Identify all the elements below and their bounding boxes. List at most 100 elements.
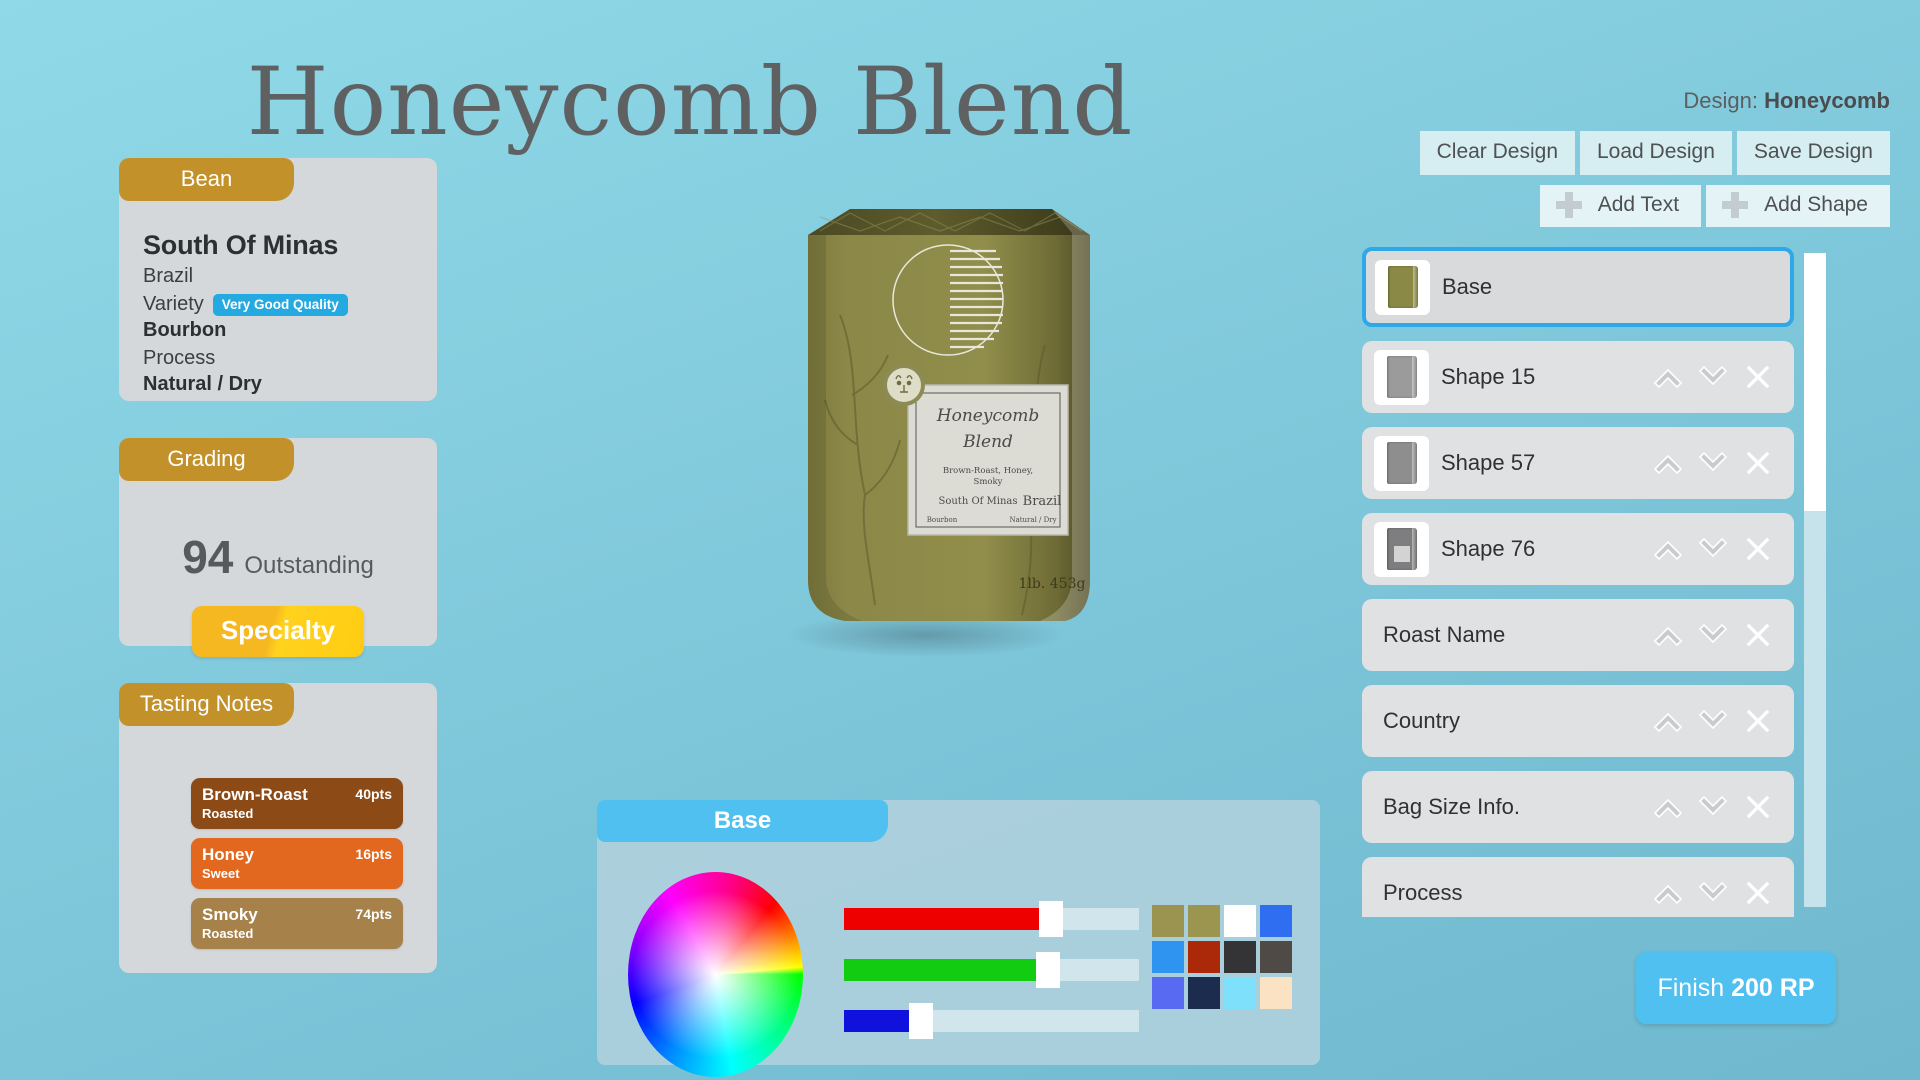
color-swatch[interactable] <box>1260 941 1292 973</box>
slider-green[interactable] <box>844 952 1139 988</box>
layer-item[interactable]: Shape 15 <box>1362 341 1794 413</box>
specialty-badge: Specialty <box>191 606 365 657</box>
color-swatch[interactable] <box>1260 977 1292 1009</box>
bag-notes-line1: Brown-Roast, Honey, <box>943 466 1033 476</box>
color-swatch[interactable] <box>1152 977 1184 1009</box>
finish-button[interactable]: Finish 200 RP <box>1636 952 1836 1024</box>
move-down-icon[interactable] <box>1693 615 1733 655</box>
layer-thumbnail <box>1374 349 1429 405</box>
slider-green-knob[interactable] <box>1035 952 1060 988</box>
color-swatch[interactable] <box>1260 905 1292 937</box>
grading-score: 94 <box>182 531 234 583</box>
design-name: Honeycomb <box>1764 88 1890 113</box>
tasting-notes-panel-tab: Tasting Notes <box>119 683 294 727</box>
plus-icon <box>1722 192 1749 218</box>
layer-name: Base <box>1442 274 1493 299</box>
color-swatch[interactable] <box>1188 905 1220 937</box>
move-up-icon[interactable] <box>1648 787 1688 827</box>
bean-process-label: Process <box>143 347 216 369</box>
layer-name: Process <box>1383 880 1463 905</box>
bean-process-value: Natural / Dry <box>143 373 262 395</box>
slider-red[interactable] <box>844 901 1139 937</box>
add-shape-label: Add Shape <box>1764 193 1868 216</box>
color-wheel[interactable] <box>628 872 803 1077</box>
tasting-note-category: Sweet <box>202 865 240 881</box>
color-swatch-grid[interactable] <box>1152 905 1292 1009</box>
bean-panel-tab: Bean <box>119 158 294 202</box>
coffee-bag-preview[interactable]: Honeycomb Blend Brown-Roast, Honey, Smok… <box>760 195 1180 755</box>
layer-name: Shape 57 <box>1441 450 1536 475</box>
load-design-button[interactable]: Load Design <box>1580 131 1732 175</box>
layer-item[interactable]: Country <box>1362 685 1794 757</box>
tasting-notes-list: Brown-Roast Roasted 40pts Honey Sweet 16pts Sm… <box>191 778 403 958</box>
color-swatch[interactable] <box>1224 977 1256 1009</box>
delete-layer-icon[interactable] <box>1738 701 1778 741</box>
design-label: Design: Honeycomb <box>1683 88 1890 114</box>
finish-cost: 200 RP <box>1731 973 1815 1002</box>
move-up-icon[interactable] <box>1648 701 1688 741</box>
move-down-icon[interactable] <box>1693 873 1733 913</box>
bag-size-text: 1lb. 453g <box>1019 576 1086 592</box>
delete-layer-icon[interactable] <box>1738 357 1778 397</box>
layer-list[interactable]: Base Shape 15 Shape 57 Shape 76 Roast Name Co… <box>1362 247 1794 917</box>
bean-panel: Bean South Of Minas Brazil Variety Very … <box>119 158 437 401</box>
slider-blue-knob[interactable] <box>908 1003 933 1039</box>
tasting-note-points: 16pts <box>355 846 392 863</box>
slider-green-fill <box>844 959 1048 981</box>
layer-item[interactable]: Shape 76 <box>1362 513 1794 585</box>
move-down-icon[interactable] <box>1693 443 1733 483</box>
layer-actions <box>1648 615 1778 655</box>
layer-name: Bag Size Info. <box>1383 794 1520 819</box>
delete-layer-icon[interactable] <box>1738 615 1778 655</box>
save-design-button[interactable]: Save Design <box>1736 131 1890 175</box>
color-swatch[interactable] <box>1224 905 1256 937</box>
move-up-icon[interactable] <box>1648 615 1688 655</box>
move-down-icon[interactable] <box>1693 529 1733 569</box>
grading-panel-tab: Grading <box>119 438 294 482</box>
bean-variety-row: Variety Very Good Quality <box>143 293 413 316</box>
color-swatch[interactable] <box>1224 941 1256 973</box>
coffee-bag-svg: Honeycomb Blend Brown-Roast, Honey, Smok… <box>785 209 1090 657</box>
tasting-note-item: Brown-Roast Roasted 40pts <box>191 778 403 830</box>
bag-origin: South Of Minas <box>939 496 1018 507</box>
layer-actions <box>1648 787 1778 827</box>
move-down-icon[interactable] <box>1693 787 1733 827</box>
layer-actions <box>1648 529 1778 569</box>
tasting-note-category: Roasted <box>202 805 254 821</box>
move-up-icon[interactable] <box>1648 529 1688 569</box>
bag-country: Brazil <box>1023 494 1062 509</box>
design-button-row: Clear Design Load Design Save Design <box>1419 131 1890 175</box>
layer-item[interactable]: Bag Size Info. <box>1362 771 1794 843</box>
add-shape-button[interactable]: Add Shape <box>1706 185 1890 227</box>
color-swatch[interactable] <box>1152 941 1184 973</box>
move-up-icon[interactable] <box>1648 873 1688 913</box>
delete-layer-icon[interactable] <box>1738 787 1778 827</box>
add-text-button[interactable]: Add Text <box>1539 185 1702 227</box>
bag-process: Natural / Dry <box>1009 516 1056 524</box>
layer-scrollbar-thumb[interactable] <box>1804 253 1826 511</box>
layer-actions <box>1648 357 1778 397</box>
delete-layer-icon[interactable] <box>1738 873 1778 913</box>
layer-item[interactable]: Base <box>1362 247 1794 327</box>
layer-item[interactable]: Roast Name <box>1362 599 1794 671</box>
color-swatch[interactable] <box>1152 905 1184 937</box>
delete-layer-icon[interactable] <box>1738 529 1778 569</box>
move-down-icon[interactable] <box>1693 357 1733 397</box>
slider-blue[interactable] <box>844 1003 1139 1039</box>
layer-scrollbar-track[interactable] <box>1804 253 1826 907</box>
layer-item[interactable]: Shape 57 <box>1362 427 1794 499</box>
slider-red-fill <box>844 908 1051 930</box>
layer-item[interactable]: Process <box>1362 857 1794 917</box>
color-swatch[interactable] <box>1188 941 1220 973</box>
bag-notes-line2: Smoky <box>974 477 1003 487</box>
move-down-icon[interactable] <box>1693 701 1733 741</box>
tasting-note-item: Honey Sweet 16pts <box>191 838 403 890</box>
color-swatch[interactable] <box>1188 977 1220 1009</box>
move-up-icon[interactable] <box>1648 357 1688 397</box>
grading-panel: Grading 94 Outstanding Specialty <box>119 438 437 657</box>
delete-layer-icon[interactable] <box>1738 443 1778 483</box>
move-up-icon[interactable] <box>1648 443 1688 483</box>
slider-red-knob[interactable] <box>1038 901 1063 937</box>
bean-variety-label: Variety <box>143 293 204 315</box>
clear-design-button[interactable]: Clear Design <box>1419 131 1575 175</box>
